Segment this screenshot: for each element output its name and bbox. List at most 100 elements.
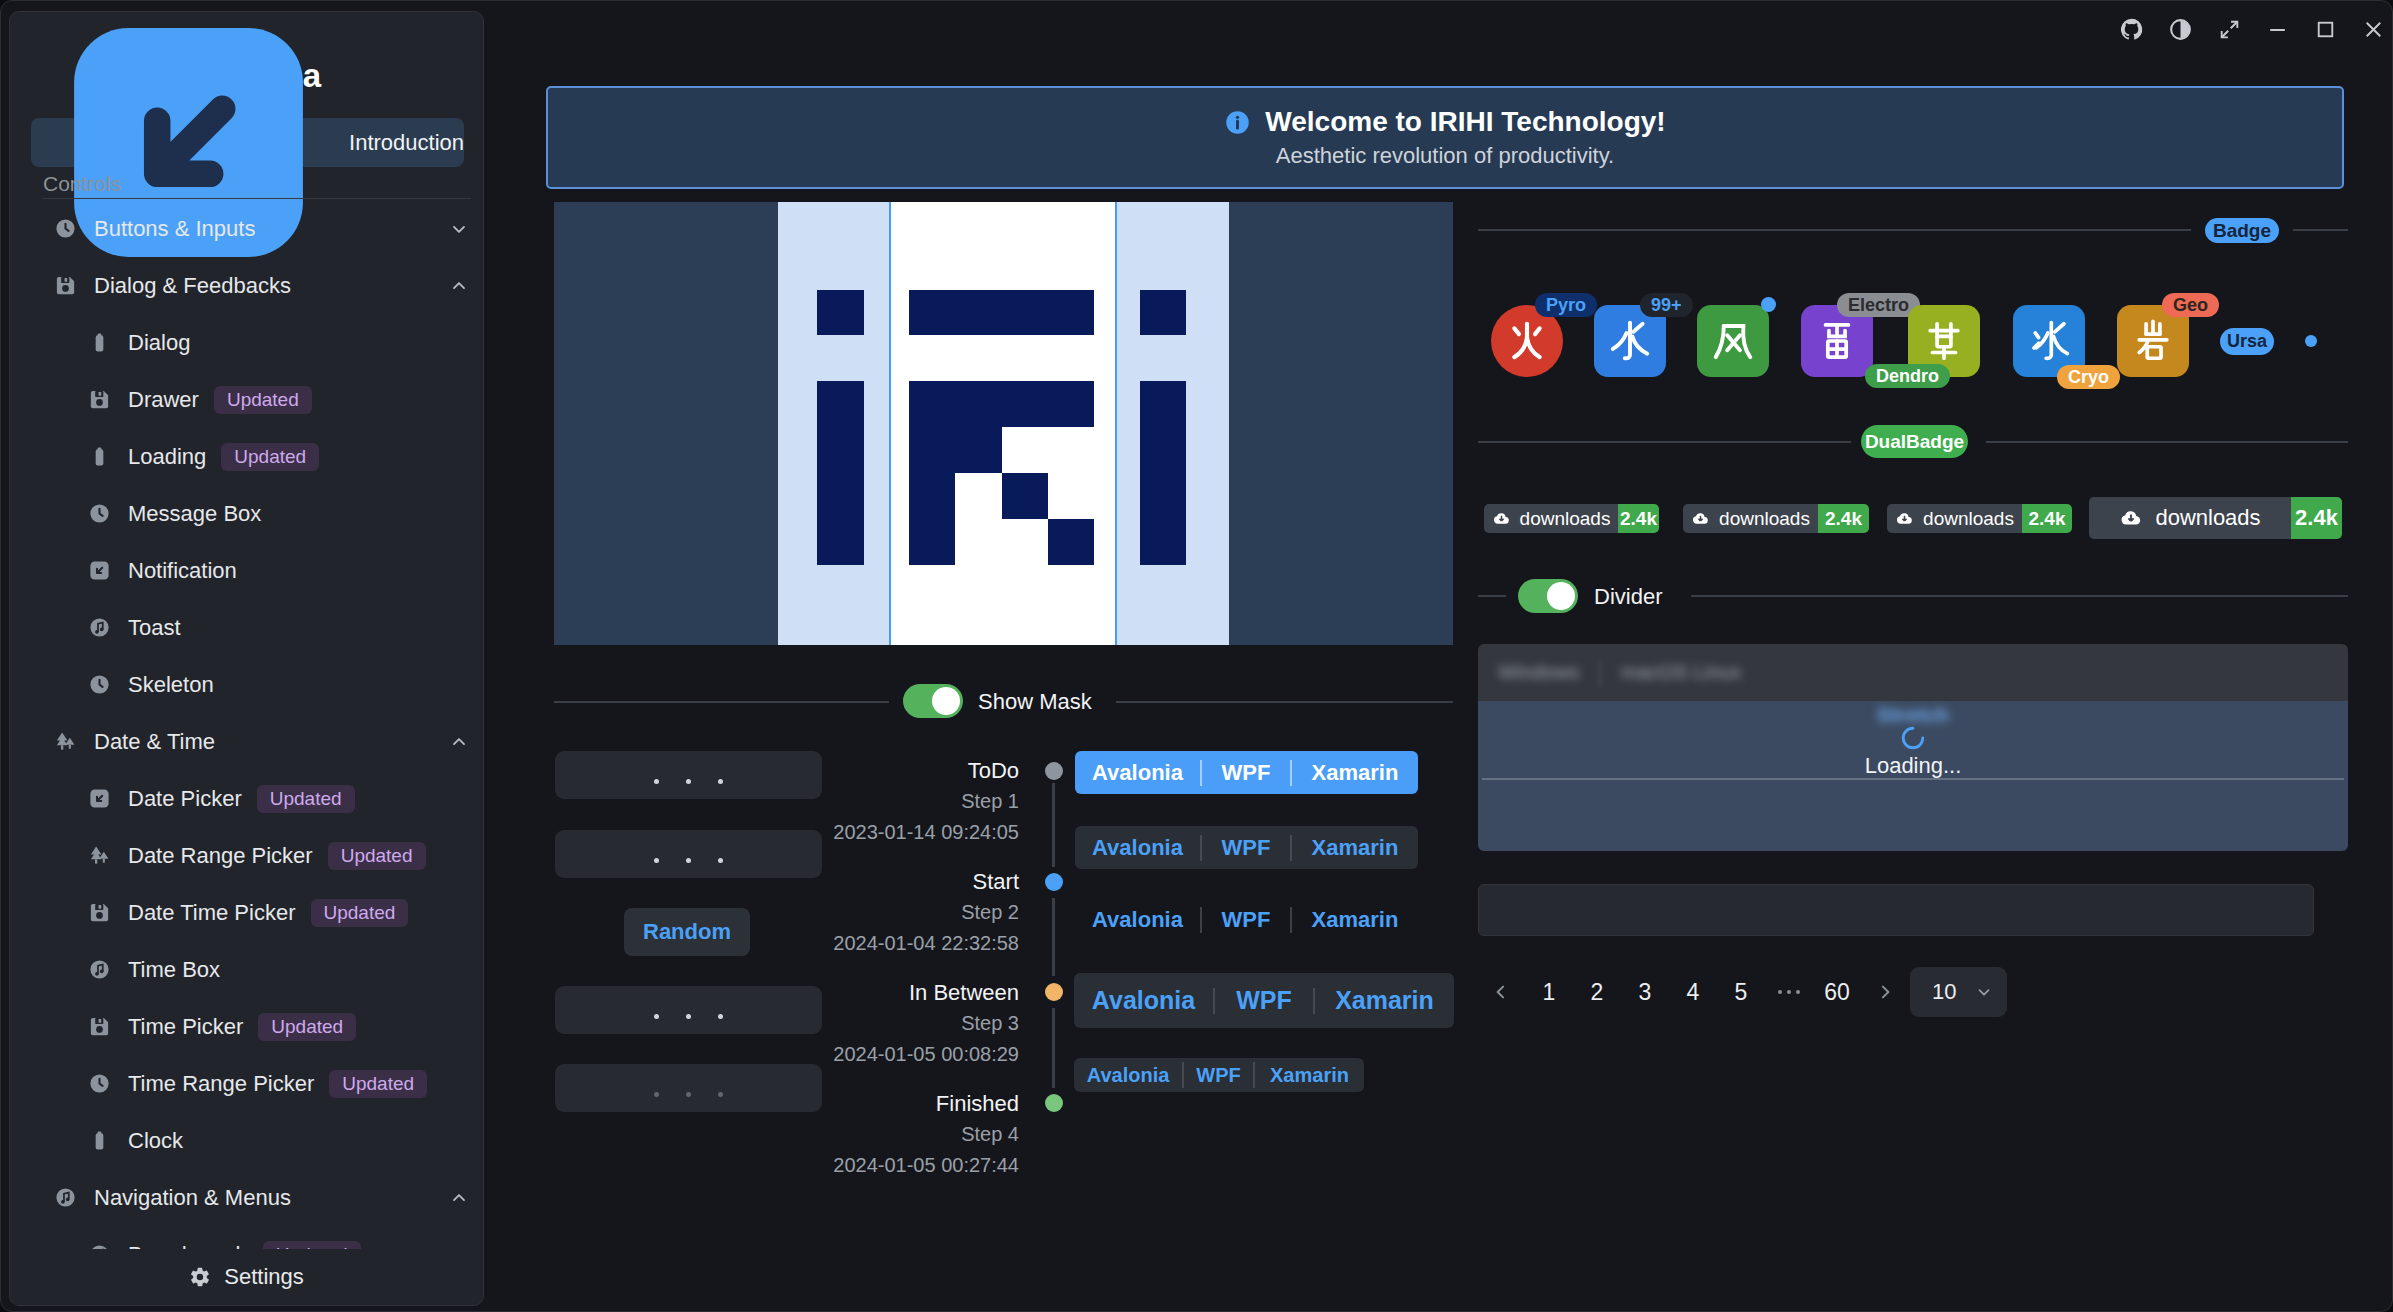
- tab-divider: [1599, 660, 1601, 686]
- tab-macos-linux[interactable]: macOS Linux: [1621, 661, 1741, 684]
- random-button[interactable]: Random: [624, 908, 750, 956]
- page-button-2[interactable]: 2: [1573, 967, 1621, 1017]
- framework-option-xamarin[interactable]: Xamarin: [1292, 826, 1418, 869]
- timeline-dot: [1045, 873, 1063, 891]
- sidebar-item-date-picker[interactable]: Date PickerUpdated: [10, 770, 483, 827]
- timeline-title: Start: [819, 867, 1019, 897]
- sidebar-item-time-box[interactable]: Time Box: [10, 941, 483, 998]
- divider-line: [2293, 229, 2348, 231]
- github-icon[interactable]: [2119, 17, 2144, 42]
- framework-option-avalonia[interactable]: Avalonia: [1075, 751, 1200, 794]
- framework-option-avalonia[interactable]: Avalonia: [1075, 826, 1200, 869]
- show-mask-label: Show Mask: [978, 689, 1092, 715]
- sidebar-item-date-range-picker[interactable]: Date Range PickerUpdated: [10, 827, 483, 884]
- battery-icon: [88, 445, 111, 468]
- sidebar-item-introduction[interactable]: Introduction: [31, 118, 464, 167]
- prev-page-button[interactable]: [1477, 967, 1525, 1017]
- framework-option-xamarin[interactable]: Xamarin: [1255, 1058, 1364, 1092]
- divider-line: [1986, 441, 2348, 443]
- framework-option-xamarin[interactable]: Xamarin: [1292, 898, 1418, 941]
- download-count: 2.4k: [2022, 504, 2072, 533]
- text-input[interactable]: [1478, 884, 2314, 936]
- page-button-1[interactable]: 1: [1525, 967, 1573, 1017]
- tab-strip: Windows macOS Linux: [1478, 644, 2348, 701]
- chevron-down-icon: [1975, 983, 1993, 1001]
- cloud-download-icon: [1492, 509, 1511, 528]
- framework-option-avalonia[interactable]: Avalonia: [1074, 973, 1213, 1028]
- framework-option-wpf[interactable]: WPF: [1202, 751, 1290, 794]
- maximize-icon[interactable]: [2313, 17, 2338, 42]
- sidebar-item-message-box[interactable]: Message Box: [10, 485, 483, 542]
- sidebar-item-dialog[interactable]: Dialog: [10, 314, 483, 371]
- tab-windows[interactable]: Windows: [1498, 661, 1579, 684]
- sidebar-section-divider: [43, 198, 471, 199]
- cjk-glyph: [1710, 318, 1756, 364]
- element-icon-anemo[interactable]: [1697, 305, 1769, 377]
- element-icon-cryo[interactable]: Cryo: [2013, 305, 2085, 377]
- framework-option-wpf[interactable]: WPF: [1202, 898, 1290, 941]
- framework-option-wpf[interactable]: WPF: [1184, 1058, 1253, 1092]
- settings-label: Settings: [224, 1264, 304, 1290]
- timeline: ToDoStep 12023-01-14 09:24:05StartStep 2…: [819, 756, 1019, 1200]
- sidebar-item-drawer[interactable]: DrawerUpdated: [10, 371, 483, 428]
- page-button-4[interactable]: 4: [1669, 967, 1717, 1017]
- sidebar-item-label: Notification: [128, 558, 237, 584]
- battery-icon: [88, 331, 111, 354]
- timeline-entry: In BetweenStep 32024-01-05 00:08:29: [819, 978, 1019, 1069]
- sidebar-item-date-time-picker[interactable]: Date Time PickerUpdated: [10, 884, 483, 941]
- framework-option-wpf[interactable]: WPF: [1202, 826, 1290, 869]
- next-page-button[interactable]: [1861, 967, 1909, 1017]
- timeline-title: In Between: [819, 978, 1019, 1008]
- theme-contrast-icon[interactable]: [2168, 17, 2193, 42]
- sidebar-item-label: Date Range Picker: [128, 843, 313, 869]
- sidebar-item-loading[interactable]: LoadingUpdated: [10, 428, 483, 485]
- element-icon-dendro[interactable]: Dendro: [1908, 305, 1980, 377]
- framework-option-xamarin[interactable]: Xamarin: [1292, 751, 1418, 794]
- sidebar-item-label: Clock: [128, 1128, 183, 1154]
- element-icon-geo[interactable]: Geo: [2117, 305, 2189, 377]
- show-mask-toggle[interactable]: [903, 684, 963, 718]
- sidebar-item-dialog-feedbacks[interactable]: Dialog & Feedbacks: [10, 257, 483, 314]
- settings-button[interactable]: Settings: [10, 1249, 483, 1305]
- timeline-entry: FinishedStep 42024-01-05 00:27:44: [819, 1089, 1019, 1180]
- element-icon-pyro[interactable]: Pyro: [1491, 305, 1563, 377]
- framework-option-wpf[interactable]: WPF: [1215, 973, 1313, 1028]
- sidebar-item-toast[interactable]: Toast: [10, 599, 483, 656]
- framework-group: AvaloniaWPFXamarin: [1075, 826, 1418, 869]
- arrow-square-icon: [88, 787, 111, 810]
- sidebar-item-time-picker[interactable]: Time PickerUpdated: [10, 998, 483, 1055]
- download-label: downloads: [1683, 504, 1818, 533]
- timeline-timestamp: 2024-01-05 00:27:44: [819, 1150, 1019, 1180]
- element-icon-electro[interactable]: Electro: [1801, 305, 1873, 377]
- sidebar: Ursa Introduction Controls Buttons & Inp…: [9, 11, 484, 1306]
- timeline-dot: [1045, 983, 1063, 1001]
- framework-option-avalonia[interactable]: Avalonia: [1075, 898, 1200, 941]
- expand-icon[interactable]: [2217, 17, 2242, 42]
- sidebar-section-label: Controls: [43, 172, 121, 196]
- sidebar-item-buttons-inputs[interactable]: Buttons & Inputs: [10, 200, 483, 257]
- welcome-banner: Welcome to IRIHI Technology! Aesthetic r…: [546, 86, 2344, 189]
- sidebar-item-date-time[interactable]: Date & Time: [10, 713, 483, 770]
- close-icon[interactable]: [2361, 17, 2386, 42]
- divider-toggle[interactable]: [1518, 579, 1578, 613]
- sidebar-item-notification[interactable]: Notification: [10, 542, 483, 599]
- page-button-5[interactable]: 5: [1717, 967, 1765, 1017]
- sidebar-item-label: Navigation & Menus: [94, 1185, 291, 1211]
- sidebar-item-time-range-picker[interactable]: Time Range PickerUpdated: [10, 1055, 483, 1112]
- hero-logo-block: [1140, 290, 1186, 335]
- sidebar-item-label: Date Time Picker: [128, 900, 296, 926]
- framework-option-xamarin[interactable]: Xamarin: [1315, 973, 1454, 1028]
- hero-logo-block: [1140, 381, 1186, 565]
- cjk-glyph: [1814, 318, 1860, 364]
- sidebar-item-navigation-menus[interactable]: Navigation & Menus: [10, 1169, 483, 1226]
- page-button-last[interactable]: 60: [1813, 967, 1861, 1017]
- sidebar-item-clock[interactable]: Clock: [10, 1112, 483, 1169]
- download-count: 2.4k: [1618, 504, 1659, 533]
- page-button-3[interactable]: 3: [1621, 967, 1669, 1017]
- page-size-select[interactable]: 10: [1910, 967, 2007, 1017]
- sidebar-item-skeleton[interactable]: Skeleton: [10, 656, 483, 713]
- badge-pill: Badge: [2205, 218, 2279, 243]
- minimize-icon[interactable]: [2265, 17, 2290, 42]
- element-icon-hydro[interactable]: 99+: [1594, 305, 1666, 377]
- framework-option-avalonia[interactable]: Avalonia: [1074, 1058, 1182, 1092]
